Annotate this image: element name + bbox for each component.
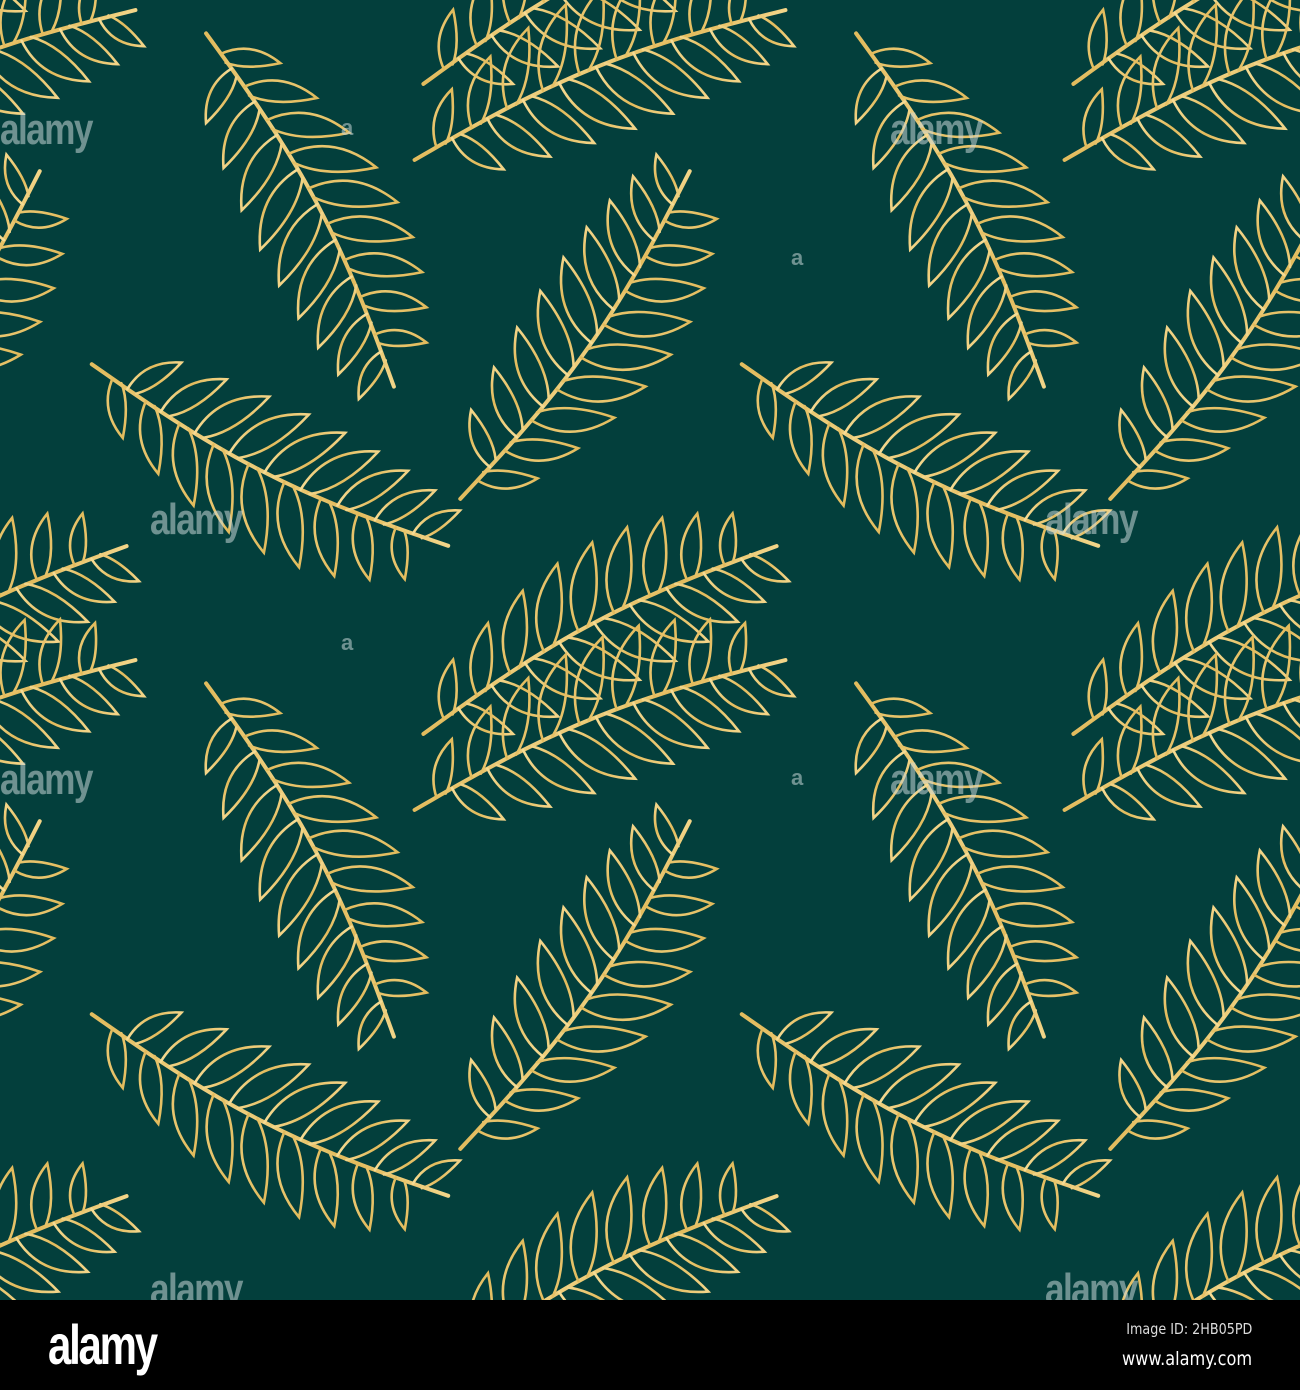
fern-leaf — [0, 616, 147, 812]
fern-leaf — [854, 681, 1080, 1052]
watermark: alamy — [1045, 495, 1138, 544]
site-url: www.alamy.com — [1121, 1348, 1252, 1370]
fern-leaf — [204, 681, 430, 1052]
fern-leaf — [421, 510, 792, 736]
fern-pattern: alamy alamy alamy alamy alamy alamy alam… — [0, 0, 1300, 1314]
footer-bar: alamy Image ID: 2HB05PD www.alamy.com — [0, 1300, 1300, 1390]
fern-leaf — [1108, 169, 1300, 501]
fern-leaf — [0, 510, 142, 736]
fern-leaf — [458, 801, 720, 1151]
fern-leaves — [0, 0, 1300, 1300]
fern-leaf — [204, 31, 430, 402]
fern-leaf — [1062, 0, 1300, 171]
watermark: alamy — [150, 495, 243, 544]
fern-leaf — [1108, 819, 1300, 1151]
image-id: Image ID: 2HB05PD — [1125, 1320, 1252, 1338]
watermark-letter: a — [341, 115, 354, 140]
fern-leaf — [0, 151, 70, 501]
watermark-letter: a — [341, 630, 354, 655]
alamy-logo: alamy — [48, 1313, 158, 1376]
fern-leaf — [0, 1160, 142, 1300]
fern-leaf — [421, 1160, 792, 1300]
watermark: alamy — [0, 755, 93, 804]
watermark-letter: a — [791, 245, 804, 270]
watermark-letter: a — [791, 765, 804, 790]
fern-leaf — [412, 0, 797, 171]
watermark: alamy — [0, 105, 93, 154]
fern-leaf — [0, 801, 70, 1151]
fern-leaf — [458, 151, 720, 501]
watermark: alamy — [890, 755, 983, 804]
stock-image: alamy alamy alamy alamy alamy alamy alam… — [0, 0, 1300, 1390]
watermark: alamy — [890, 105, 983, 154]
fern-leaf — [854, 31, 1080, 402]
